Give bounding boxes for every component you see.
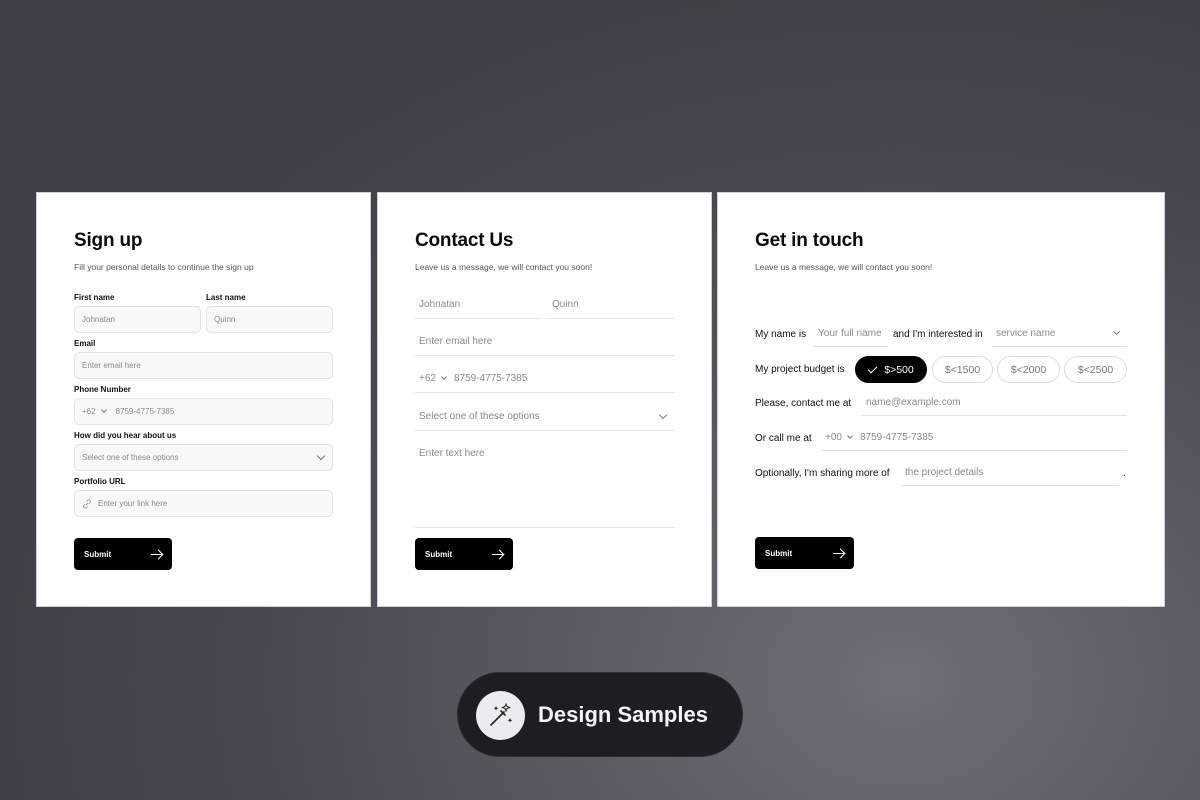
check-icon: [867, 363, 878, 373]
submit-button[interactable]: Submit: [415, 538, 513, 570]
budget-chip-label: $<1500: [944, 363, 981, 376]
phone-placeholder: 8759-4775-7385: [859, 432, 934, 443]
call-text: Or call me at: [755, 433, 812, 444]
touch-title: Get in touch: [755, 230, 864, 251]
source-select[interactable]: Select one of these options: [74, 444, 333, 471]
budget-chip-2500[interactable]: $<2500: [1064, 356, 1127, 383]
first-name-placeholder: Johnatan: [82, 315, 115, 324]
touch-subtitle: Leave us a message, we will contact you …: [755, 262, 933, 272]
contact-subtitle: Leave us a message, we will contact you …: [415, 262, 593, 272]
budget-text: My project budget is: [755, 364, 845, 375]
contact-text: Please, contact me at: [755, 398, 852, 409]
design-samples-badge: Design Samples: [457, 672, 743, 757]
budget-chip-1500[interactable]: $<1500: [932, 356, 993, 383]
phone-placeholder: 8759-4775-7385: [453, 373, 528, 384]
select-placeholder: Select one of these options: [419, 411, 540, 422]
phone-code[interactable]: +62: [82, 407, 96, 416]
email-input[interactable]: Enter email here: [74, 352, 333, 379]
magic-wand-icon: [476, 691, 525, 740]
badge-label: Design Samples: [538, 701, 708, 727]
arrow-right-icon: [833, 553, 844, 554]
phone-code[interactable]: +62: [419, 373, 436, 384]
last-name-placeholder: Quinn: [214, 315, 236, 324]
email-placeholder: Enter email here: [82, 361, 141, 370]
contact-card: Contact Us Leave us a message, we will c…: [377, 192, 712, 607]
email-label: Email: [74, 339, 96, 348]
message-textarea[interactable]: Enter text here: [415, 448, 674, 528]
details-placeholder: the project details: [905, 467, 984, 478]
email-placeholder: Enter email here: [419, 336, 493, 347]
email-input[interactable]: Enter email here: [415, 328, 674, 356]
name-prefix: My name is: [755, 329, 807, 340]
contact-title: Contact Us: [415, 230, 514, 251]
phone-input[interactable]: +62 8759-4775-7385: [74, 398, 333, 425]
signup-title: Sign up: [74, 230, 143, 251]
budget-chip-label: $>500: [884, 363, 914, 376]
phone-placeholder: 8759-4775-7385: [115, 407, 175, 416]
interest-text: and I'm interested in: [893, 329, 983, 340]
chevron-down-icon: [441, 374, 447, 380]
first-name-input[interactable]: Johnatan: [415, 291, 541, 319]
phone-input[interactable]: +62 8759-4775-7385: [415, 365, 674, 393]
chevron-down-icon: [658, 410, 668, 420]
phone-input[interactable]: +00 8759-4775-7385: [821, 425, 1127, 451]
submit-button[interactable]: Submit: [74, 538, 172, 570]
last-name-placeholder: Quinn: [552, 299, 579, 310]
service-placeholder: service name: [996, 328, 1056, 339]
chevron-down-icon: [1112, 327, 1121, 336]
link-icon: [83, 498, 91, 509]
first-name-input[interactable]: Johnatan: [74, 306, 201, 333]
budget-chip-500[interactable]: $>500: [855, 356, 927, 383]
phone-label: Phone Number: [74, 385, 131, 394]
source-label: How did you hear about us: [74, 431, 177, 440]
chevron-down-icon: [847, 433, 853, 439]
sharing-text: Optionally, I'm sharing more of: [755, 468, 890, 479]
first-name-placeholder: Johnatan: [419, 299, 461, 310]
submit-label: Submit: [425, 549, 453, 559]
budget-chip-2000[interactable]: $<2000: [997, 356, 1060, 383]
name-placeholder: Your full name: [818, 328, 882, 339]
submit-label: Submit: [84, 549, 112, 559]
submit-label: Submit: [765, 548, 793, 558]
option-select[interactable]: Select one of these options: [415, 403, 674, 431]
full-name-input[interactable]: Your full name: [814, 321, 888, 347]
first-name-label: First name: [74, 293, 115, 302]
chevron-down-icon: [100, 407, 107, 413]
message-placeholder: Enter text here: [419, 448, 485, 459]
details-input[interactable]: the project details: [901, 460, 1119, 486]
chevron-down-icon: [316, 451, 326, 461]
signup-subtitle: Fill your personal details to continue t…: [74, 262, 254, 272]
last-name-input[interactable]: Quinn: [206, 306, 333, 333]
portfolio-input[interactable]: Enter your link here: [74, 490, 333, 517]
portfolio-label: Portfolio URL: [74, 477, 126, 486]
last-name-input[interactable]: Quinn: [548, 291, 674, 319]
arrow-right-icon: [492, 554, 503, 555]
submit-button[interactable]: Submit: [755, 537, 854, 569]
service-select[interactable]: service name: [992, 321, 1127, 347]
period: .: [1123, 468, 1126, 479]
arrow-right-icon: [151, 554, 162, 555]
phone-code[interactable]: +00: [825, 432, 842, 443]
signup-card: Sign up Fill your personal details to co…: [36, 192, 371, 607]
touch-card: Get in touch Leave us a message, we will…: [717, 192, 1165, 607]
portfolio-placeholder: Enter your link here: [98, 499, 168, 508]
email-placeholder: name@example.com: [866, 397, 961, 408]
budget-chip-label: $<2000: [1010, 363, 1047, 376]
last-name-label: Last name: [206, 293, 246, 302]
email-input[interactable]: name@example.com: [862, 390, 1127, 416]
source-placeholder: Select one of these options: [82, 453, 179, 462]
budget-chip-label: $<2500: [1077, 363, 1114, 376]
